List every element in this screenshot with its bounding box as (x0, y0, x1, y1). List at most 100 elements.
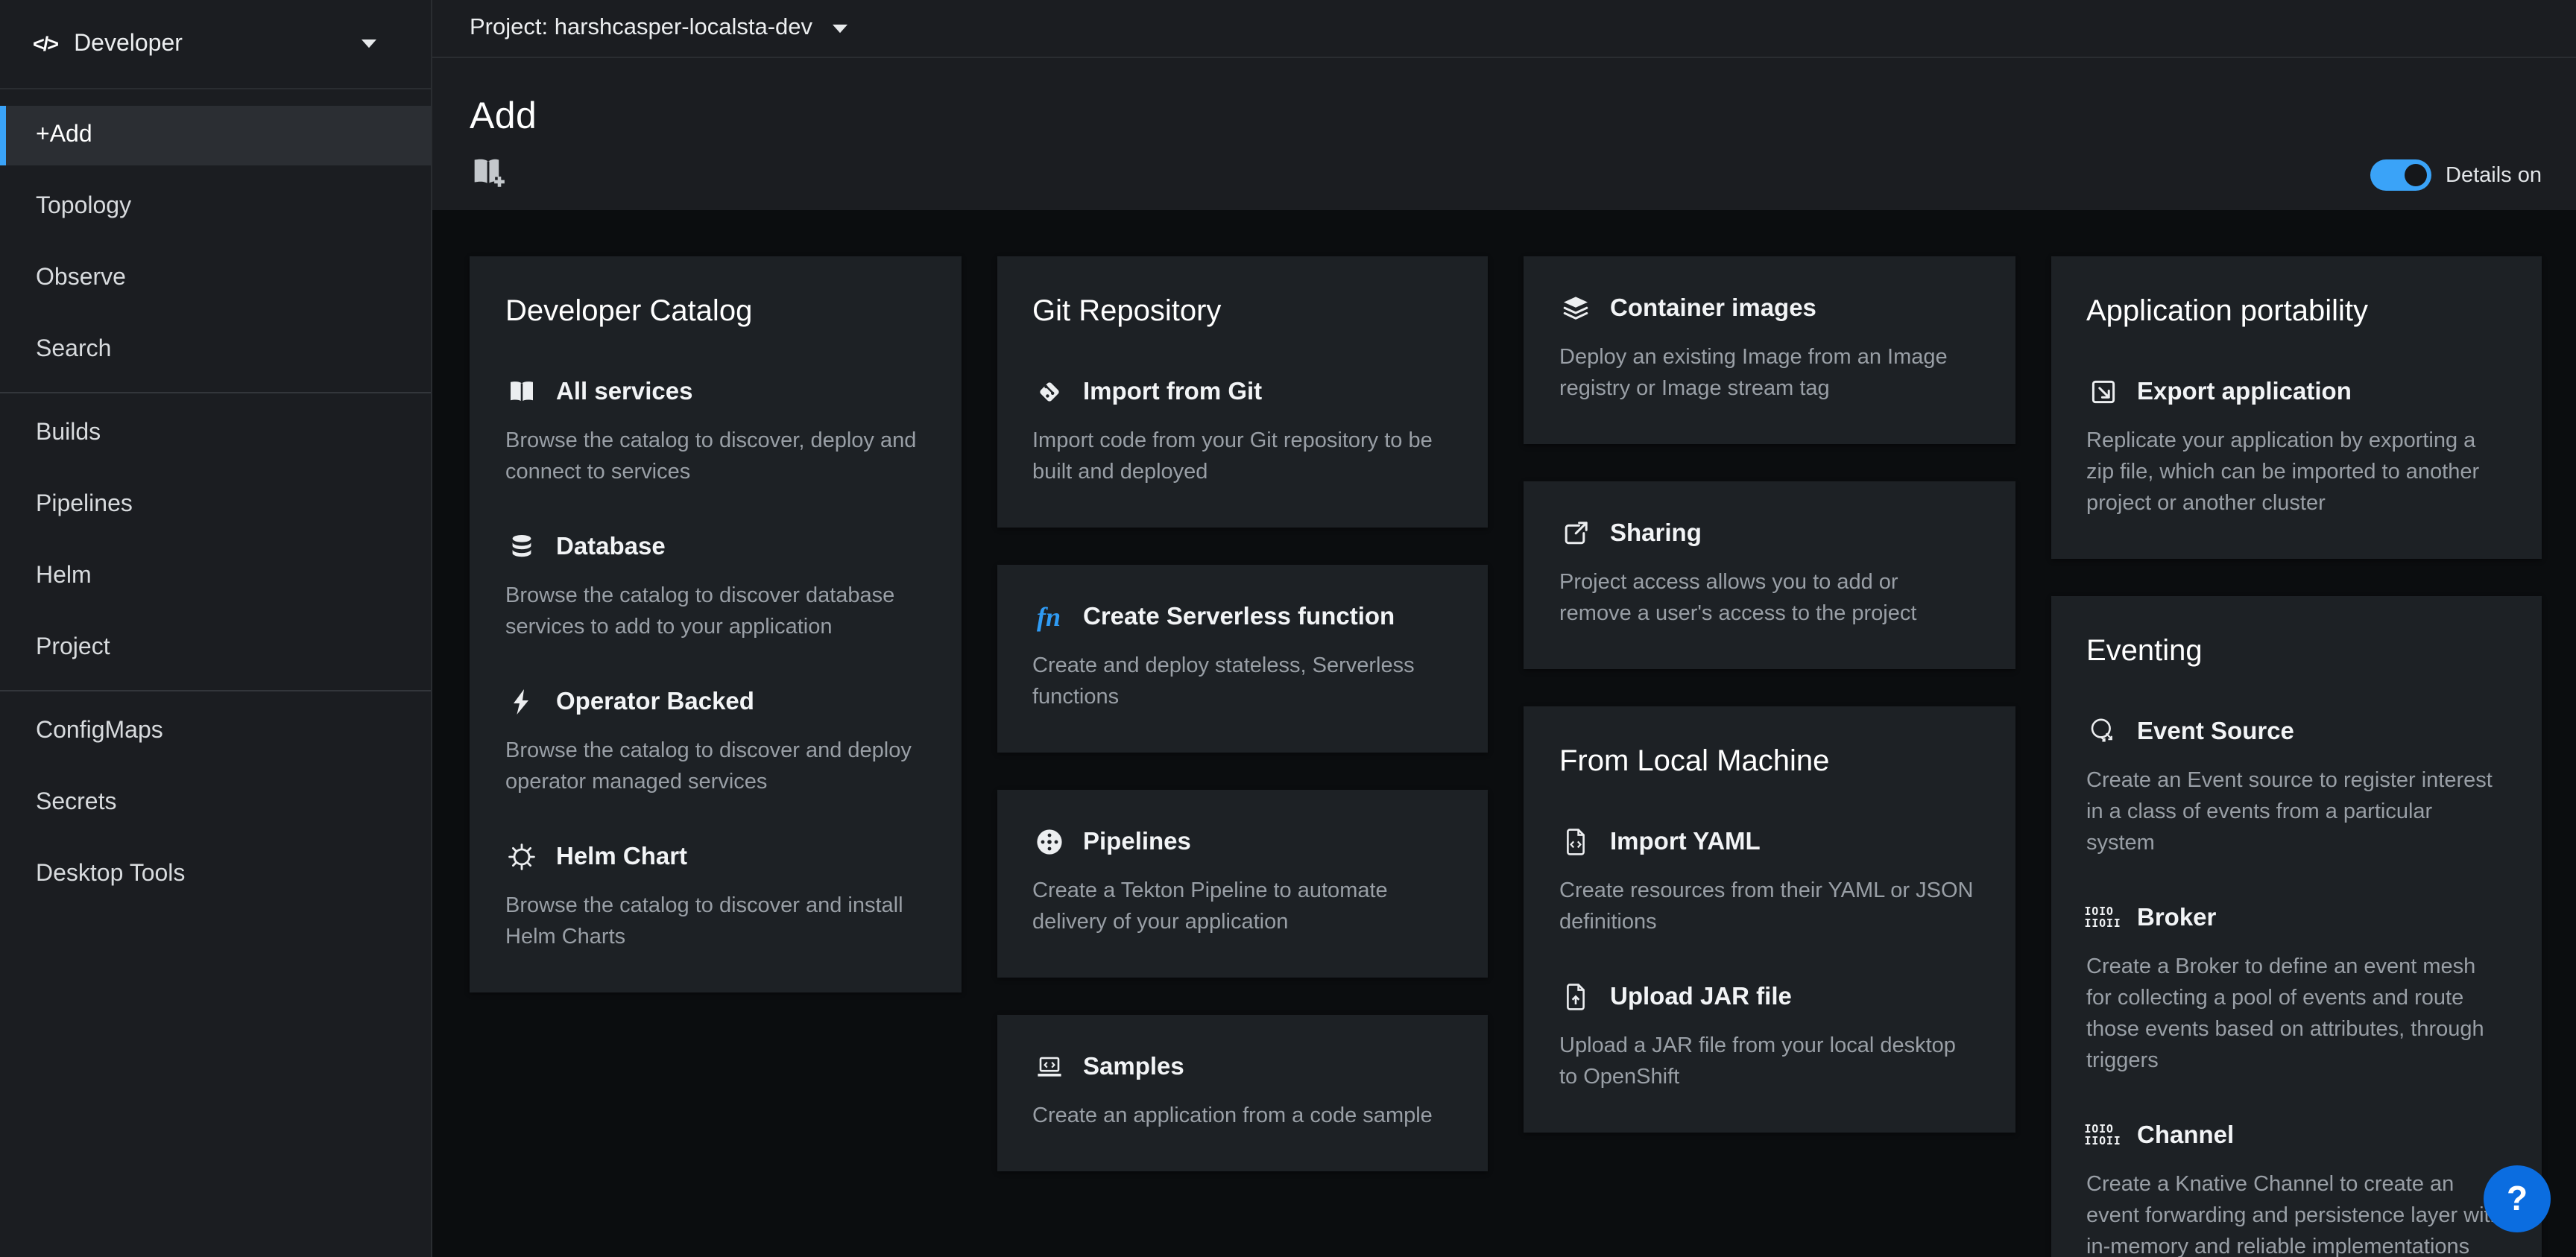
add-item-description: Replicate your application by exporting … (2086, 426, 2502, 520)
samples-icon (1032, 1052, 1065, 1082)
add-item-broker: IOIOIIOIIBrokerCreate a Broker to define… (2086, 902, 2506, 1077)
add-cards-area: Developer Catalog All services Browse the … (432, 210, 2576, 1257)
card-from-local-machine: From Local MachineImport YAMLCreate reso… (1524, 706, 2015, 1133)
sidebar-item-project[interactable]: Project (0, 618, 431, 678)
perspective-switcher[interactable]: </> Developer (0, 0, 431, 89)
card-samples: Samples Create an application from a code… (997, 1015, 1488, 1171)
nav-group: ConfigMaps Secrets Desktop Tools (0, 702, 431, 905)
help-button[interactable]: ? (2484, 1165, 2551, 1232)
details-switch[interactable] (2370, 159, 2431, 191)
add-item-title: Event Source (2137, 715, 2294, 748)
card-title: Eventing (2086, 632, 2506, 671)
add-item-description: Create and deploy stateless, Serverless … (1032, 651, 1448, 714)
add-item-description: Browse the catalog to discover and deplo… (505, 736, 921, 799)
add-item-description: Upload a JAR file from your local deskto… (1559, 1031, 1975, 1094)
card-column-4: Application portability Export applicatio… (2051, 256, 2542, 1257)
sidebar: </> Developer +Add Topology Observe Search B… (0, 0, 432, 1257)
binary-icon: IOIOIIOII (2086, 903, 2119, 933)
add-item-link-import-yaml[interactable]: Import YAML (1559, 826, 1979, 858)
add-item-description: Create a Tekton Pipeline to automate del… (1032, 876, 1448, 939)
add-item-link-sharing[interactable]: Sharing (1559, 517, 1979, 550)
card-eventing: Eventing Event Source Create an Event sour… (2051, 596, 2542, 1257)
sidebar-item-add[interactable]: +Add (0, 106, 431, 165)
nav-group: +Add Topology Observe Search (0, 106, 431, 380)
add-item-link-database[interactable]: Database (505, 531, 925, 563)
database-icon (505, 532, 538, 562)
project-bar: Project: harshcasper-localsta-dev (432, 0, 2576, 58)
add-item-link-channel[interactable]: IOIOIIOII Channel (2086, 1119, 2506, 1152)
add-item-description: Create resources from their YAML or JSON… (1559, 876, 1975, 939)
add-item-import-yaml: Import YAML Create resources from their Y… (1559, 826, 1979, 939)
event-source-icon (2086, 717, 2119, 747)
add-item-link-container-images[interactable]: Container images (1559, 292, 1979, 325)
file-upload-icon (1559, 982, 1592, 1012)
add-item-title: Container images (1610, 292, 1816, 325)
helm-icon (505, 842, 538, 872)
add-item-link-all-services[interactable]: All services (505, 376, 925, 408)
add-item-link-export-application[interactable]: Export application (2086, 376, 2506, 408)
sidebar-item-topology[interactable]: Topology (0, 177, 431, 237)
project-selector[interactable]: Project: harshcasper-localsta-dev (470, 15, 812, 42)
add-item-title: Upload JAR file (1610, 981, 1792, 1013)
sidebar-item-builds[interactable]: Builds (0, 404, 431, 463)
card-column-1: Developer Catalog All services Browse the … (470, 256, 961, 992)
card-sharing: Sharing Project access allows you to add … (1524, 481, 2015, 669)
sidebar-item-helm[interactable]: Helm (0, 547, 431, 607)
add-item-description: Browse the catalog to discover database … (505, 581, 921, 644)
sidebar-item-secrets[interactable]: Secrets (0, 773, 431, 833)
add-item-title: Create Serverless function (1083, 601, 1395, 633)
add-item-link-upload-jar-file[interactable]: Upload JAR file (1559, 981, 1979, 1013)
add-item-sharing: Sharing Project access allows you to add … (1559, 517, 1979, 630)
add-item-all-services: All services Browse the catalog to discov… (505, 376, 925, 489)
card-create-serverless-function: fnCreate Serverless function Create and d… (997, 565, 1488, 753)
nav-section-divider (0, 392, 431, 393)
layers-icon (1559, 294, 1592, 323)
add-item-title: Import YAML (1610, 826, 1761, 858)
add-item-description: Create an application from a code sample (1032, 1101, 1448, 1133)
add-item-title: Channel (2137, 1119, 2234, 1152)
nav-group: Builds Pipelines Helm Project (0, 404, 431, 678)
quick-starts-book-plus-icon[interactable] (470, 153, 507, 191)
add-item-description: Browse the catalog to discover, deploy a… (505, 426, 921, 489)
add-item-title: All services (556, 376, 692, 408)
card-title: Developer Catalog (505, 292, 925, 331)
add-item-link-import-from-git[interactable]: Import from Git (1032, 376, 1452, 408)
sidebar-item-search[interactable]: Search (0, 320, 431, 380)
add-item-link-create-serverless-function[interactable]: fnCreate Serverless function (1032, 601, 1452, 633)
add-item-description: Browse the catalog to discover and insta… (505, 891, 921, 954)
add-item-description: Create an Event source to register inter… (2086, 766, 2502, 860)
card-title: Application portability (2086, 292, 2506, 331)
add-item-link-helm-chart[interactable]: Helm Chart (505, 840, 925, 873)
add-item-title: Database (556, 531, 666, 563)
add-item-link-samples[interactable]: Samples (1032, 1051, 1452, 1083)
sidebar-item-pipelines[interactable]: Pipelines (0, 475, 431, 535)
add-item-description: Import code from your Git repository to … (1032, 426, 1448, 489)
add-item-description: Project access allows you to add or remo… (1559, 568, 1975, 630)
card-column-2: Git RepositoryImport from GitImport code… (997, 256, 1488, 1171)
sidebar-item-configmaps[interactable]: ConfigMaps (0, 702, 431, 762)
chevron-down-icon[interactable] (832, 23, 848, 34)
binary-icon: IOIOIIOII (2086, 1121, 2119, 1150)
nav-section-divider (0, 690, 431, 691)
details-toggle-label: Details on (2446, 163, 2542, 187)
card-column-3: Container imagesDeploy an existing Image… (1524, 256, 2015, 1133)
add-item-event-source: Event Source Create an Event source to re… (2086, 715, 2506, 860)
card-application-portability: Application portability Export applicatio… (2051, 256, 2542, 559)
sidebar-item-desktop-tools[interactable]: Desktop Tools (0, 845, 431, 905)
add-item-channel: IOIOIIOIIChannelCreate a Knative Channel… (2086, 1119, 2506, 1257)
pipelines-icon (1032, 827, 1065, 857)
add-item-container-images: Container imagesDeploy an existing Image… (1559, 292, 1979, 405)
file-code-icon (1559, 827, 1592, 857)
add-item-import-from-git: Import from Git Import code from your Git… (1032, 376, 1452, 489)
add-item-title: Operator Backed (556, 686, 754, 718)
sidebar-item-observe[interactable]: Observe (0, 249, 431, 308)
card-developer-catalog: Developer Catalog All services Browse the … (470, 256, 961, 992)
git-icon (1032, 377, 1065, 407)
add-item-link-event-source[interactable]: Event Source (2086, 715, 2506, 748)
add-item-link-pipelines[interactable]: Pipelines (1032, 826, 1452, 858)
developer-perspective-icon: </> (33, 33, 57, 55)
add-item-link-broker[interactable]: IOIOIIOIIBroker (2086, 902, 2506, 934)
add-item-link-operator-backed[interactable]: Operator Backed (505, 686, 925, 718)
add-item-helm-chart: Helm Chart Browse the catalog to discover… (505, 840, 925, 954)
export-icon (2086, 377, 2119, 407)
